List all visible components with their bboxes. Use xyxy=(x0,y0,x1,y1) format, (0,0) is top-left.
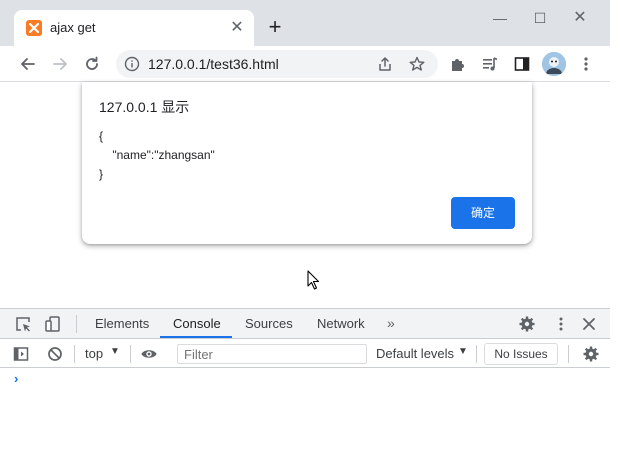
xampp-favicon-icon xyxy=(26,20,42,36)
profile-avatar[interactable] xyxy=(542,52,566,76)
forward-arrow-icon[interactable] xyxy=(48,52,72,76)
alert-dialog: 127.0.0.1 显示 { "name":"zhangsan" } 确定 xyxy=(82,82,532,244)
window-edge xyxy=(610,0,622,454)
side-panel-icon[interactable] xyxy=(512,54,532,74)
info-icon[interactable] xyxy=(124,56,140,72)
console-settings-gear-icon[interactable] xyxy=(582,345,600,363)
browser-toolbar: 127.0.0.1/test36.html xyxy=(0,46,610,82)
chevron-down-icon[interactable]: ▼ xyxy=(110,346,120,357)
issues-button[interactable]: No Issues xyxy=(484,343,558,365)
toolbar-divider xyxy=(476,345,477,363)
console-output[interactable]: › xyxy=(0,369,610,454)
filter-input[interactable] xyxy=(177,344,367,364)
dialog-title: 127.0.0.1 显示 xyxy=(99,99,190,115)
clear-console-icon[interactable] xyxy=(46,345,64,363)
toolbar-divider xyxy=(76,315,77,333)
more-tabs-chevron-icon[interactable]: » xyxy=(387,315,395,331)
extensions-puzzle-icon[interactable] xyxy=(448,54,468,74)
inspect-element-icon[interactable] xyxy=(14,315,32,333)
browser-tab[interactable]: ajax get ✕ xyxy=(14,10,254,46)
browser-window: ajax get ✕ + — ☐ ✕ 127.0.0.1/test36.html xyxy=(0,0,610,454)
tab-title: ajax get xyxy=(50,20,96,35)
tab-console[interactable]: Console xyxy=(173,309,221,339)
log-levels-dropdown[interactable]: Default levels xyxy=(376,346,454,361)
minimize-button[interactable]: — xyxy=(486,8,514,28)
show-sidebar-icon[interactable] xyxy=(12,345,30,363)
chevron-down-icon[interactable]: ▼ xyxy=(458,346,468,357)
active-tab-indicator xyxy=(160,336,232,338)
toolbar-divider xyxy=(568,345,569,363)
tab-strip: ajax get ✕ + — ☐ ✕ xyxy=(0,0,610,46)
tab-network[interactable]: Network xyxy=(317,309,365,339)
reload-icon[interactable] xyxy=(80,52,104,76)
media-control-icon[interactable] xyxy=(480,54,500,74)
bookmark-star-icon[interactable] xyxy=(408,55,426,78)
toolbar-divider xyxy=(74,345,75,363)
maximize-button[interactable]: ☐ xyxy=(526,8,554,28)
more-vert-icon[interactable] xyxy=(552,315,570,333)
toolbar-divider xyxy=(130,345,131,363)
tab-elements[interactable]: Elements xyxy=(95,309,149,339)
eye-icon[interactable] xyxy=(140,345,158,363)
tab-close-icon[interactable]: ✕ xyxy=(228,19,246,37)
gear-icon[interactable] xyxy=(518,315,536,333)
new-tab-button[interactable]: + xyxy=(264,16,286,38)
dialog-message: { "name":"zhangsan" } xyxy=(99,129,215,181)
console-toolbar: top ▼ Default levels ▼ No Issues xyxy=(0,340,610,368)
ok-button[interactable]: 确定 xyxy=(451,197,515,229)
devtools-tab-bar: Elements Console Sources Network » xyxy=(0,309,610,339)
window-close-button[interactable]: ✕ xyxy=(566,8,594,28)
tab-sources[interactable]: Sources xyxy=(245,309,293,339)
address-bar[interactable]: 127.0.0.1/test36.html xyxy=(116,50,438,78)
devtools-panel: Elements Console Sources Network » top ▼… xyxy=(0,308,610,454)
back-arrow-icon[interactable] xyxy=(16,52,40,76)
close-icon[interactable] xyxy=(580,315,598,333)
context-selector[interactable]: top xyxy=(85,346,103,361)
console-prompt-chevron-icon[interactable]: › xyxy=(14,371,18,386)
url-text: 127.0.0.1/test36.html xyxy=(148,56,279,72)
share-icon[interactable] xyxy=(376,55,394,78)
more-vert-icon[interactable] xyxy=(576,54,596,74)
mouse-cursor-icon xyxy=(307,270,321,295)
device-toolbar-icon[interactable] xyxy=(44,315,62,333)
